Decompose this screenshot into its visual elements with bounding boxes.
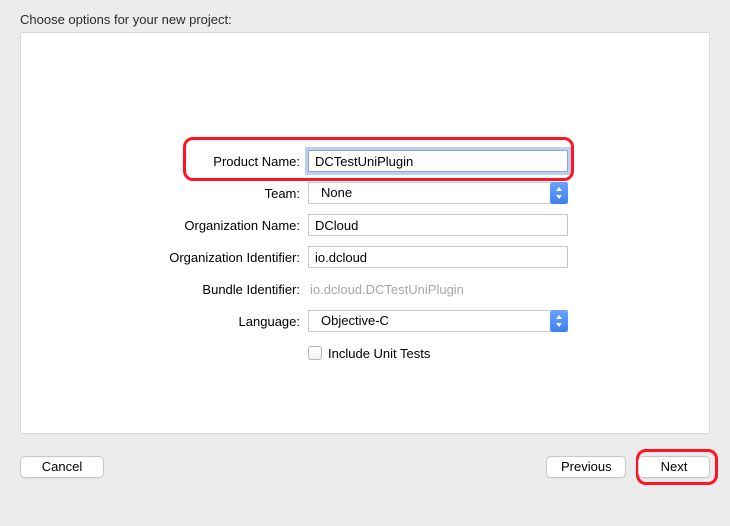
row-team: Team: None: [21, 177, 709, 209]
label-org-identifier: Organization Identifier:: [21, 250, 308, 265]
label-language: Language:: [21, 314, 308, 329]
options-panel: Product Name: Team: None: [20, 32, 710, 434]
row-include-unit-tests: . Include Unit Tests: [21, 337, 709, 369]
include-unit-tests-checkbox[interactable]: Include Unit Tests: [308, 346, 568, 361]
row-org-name: Organization Name:: [21, 209, 709, 241]
label-bundle-identifier: Bundle Identifier:: [21, 282, 308, 297]
org-name-input[interactable]: [308, 214, 568, 236]
updown-arrows-icon: [550, 182, 568, 204]
button-bar: Cancel Previous Next: [20, 452, 710, 480]
include-unit-tests-label: Include Unit Tests: [328, 346, 430, 361]
bundle-identifier-value: io.dcloud.DCTestUniPlugin: [308, 282, 464, 297]
label-product-name: Product Name:: [21, 154, 308, 169]
row-product-name: Product Name:: [21, 145, 709, 177]
row-bundle-identifier: Bundle Identifier: io.dcloud.DCTestUniPl…: [21, 273, 709, 305]
label-org-name: Organization Name:: [21, 218, 308, 233]
language-select[interactable]: Objective-C: [308, 310, 568, 332]
org-identifier-input[interactable]: [308, 246, 568, 268]
team-select[interactable]: None: [308, 182, 568, 204]
row-org-identifier: Organization Identifier:: [21, 241, 709, 273]
new-project-options-sheet: Choose options for your new project: Pro…: [0, 0, 730, 526]
cancel-button[interactable]: Cancel: [20, 456, 104, 478]
team-select-value: None: [315, 183, 352, 203]
options-form: Product Name: Team: None: [21, 145, 709, 369]
checkbox-box-icon: [308, 346, 322, 360]
product-name-input[interactable]: [308, 150, 568, 172]
page-title: Choose options for your new project:: [20, 12, 232, 27]
row-language: Language: Objective-C: [21, 305, 709, 337]
previous-button[interactable]: Previous: [546, 456, 626, 478]
next-button[interactable]: Next: [638, 456, 710, 478]
updown-arrows-icon: [550, 310, 568, 332]
language-select-value: Objective-C: [315, 311, 389, 331]
label-team: Team:: [21, 186, 308, 201]
